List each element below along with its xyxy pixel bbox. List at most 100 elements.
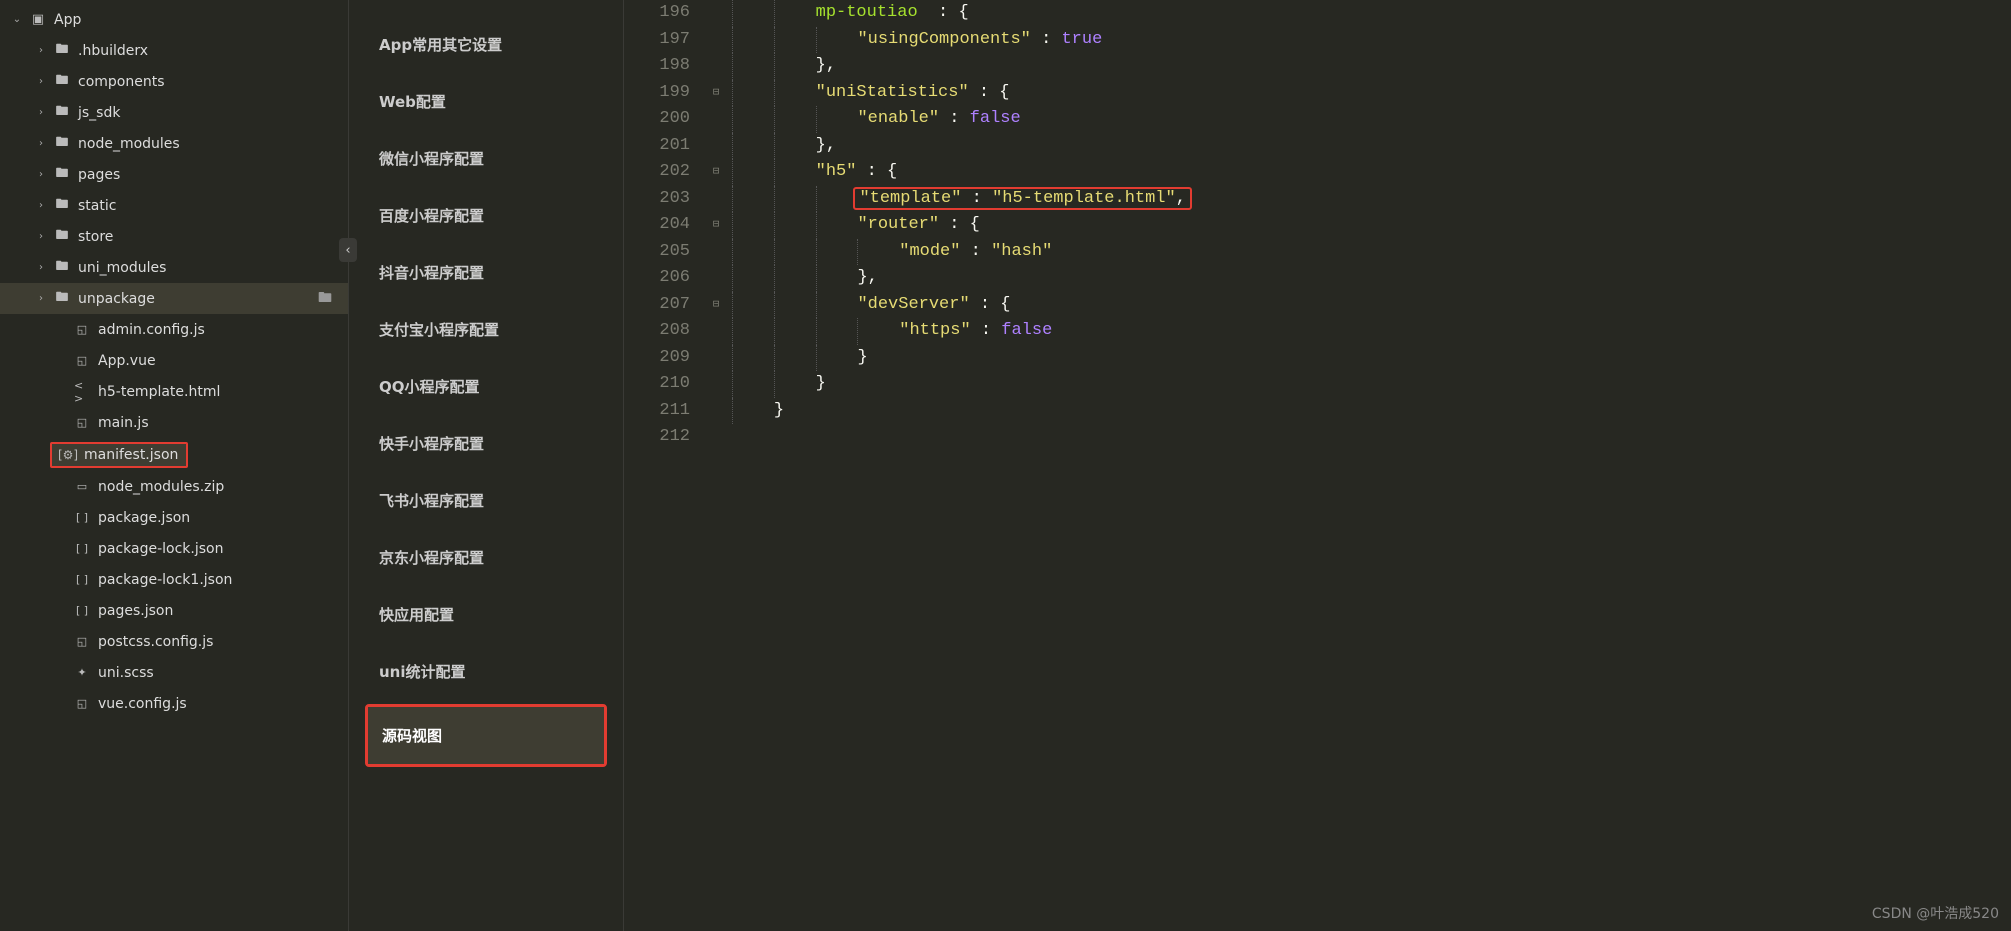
tree-file[interactable]: [ ]pages.json <box>0 595 348 626</box>
file-explorer[interactable]: ⌄ ▣ App ›🖿.hbuilderx › 🖿 components › 🖿 js_sdk… <box>0 0 349 931</box>
code-line[interactable]: "mode" : "hash" <box>732 239 2011 266</box>
fold-toggle <box>704 265 728 292</box>
tree-file[interactable]: ◱admin.config.js <box>0 314 348 345</box>
tree-folder[interactable]: ›🖿components <box>0 66 348 97</box>
chevron-right-icon: › <box>36 138 46 149</box>
fold-toggle[interactable]: ⊟ <box>704 292 728 319</box>
tree-item-label: components <box>78 74 165 90</box>
settings-item[interactable]: App常用其它设置 <box>349 16 623 73</box>
fold-toggle[interactable]: ⊟ <box>704 80 728 107</box>
settings-item[interactable]: 飞书小程序配置 <box>349 472 623 529</box>
fold-toggle <box>704 186 728 213</box>
file-icon: ◱ <box>74 697 90 710</box>
code-area[interactable]: mp-toutiao : { "usingComponents" : true … <box>728 0 2011 931</box>
settings-item[interactable]: uni统计配置 <box>349 643 623 700</box>
code-line[interactable] <box>732 424 2011 451</box>
fold-toggle[interactable]: ⊟ <box>704 212 728 239</box>
tree-folder[interactable]: › 🖿 node_modules <box>0 128 348 159</box>
tree-folder[interactable]: ›🖿.hbuilderx <box>0 35 348 66</box>
fold-toggle <box>704 424 728 451</box>
tree-item-label: admin.config.js <box>98 322 205 338</box>
code-line[interactable]: } <box>732 371 2011 398</box>
settings-item-source-view[interactable]: 源码视图 <box>365 704 607 767</box>
tree-file[interactable]: [ ]package-lock1.json <box>0 564 348 595</box>
tree-file[interactable]: ◱App.vue <box>0 345 348 376</box>
settings-item[interactable]: 快应用配置 <box>349 586 623 643</box>
chevron-right-icon: › <box>36 293 46 304</box>
manifest-settings-panel[interactable]: ‹ App常用其它设置Web配置微信小程序配置百度小程序配置抖音小程序配置支付宝… <box>349 0 624 931</box>
code-line[interactable]: mp-toutiao : { <box>732 0 2011 27</box>
code-highlight: "template" : "h5-template.html", <box>853 187 1191 210</box>
folder-icon: 🖿 <box>54 71 70 93</box>
tree-item-label: unpackage <box>78 291 155 307</box>
file-icon: [ ] <box>74 573 90 586</box>
tree-folder[interactable]: ›🖿static <box>0 190 348 221</box>
fold-gutter[interactable]: ⊟ ⊟ ⊟ ⊟ <box>704 0 728 931</box>
tree-item-label: pages <box>78 167 120 183</box>
fold-toggle <box>704 345 728 372</box>
code-editor[interactable]: 1961971981992002012022032042052062072082… <box>624 0 2011 931</box>
project-icon: ▣ <box>30 12 46 27</box>
fold-toggle <box>704 398 728 425</box>
watermark: CSDN @叶浩成520 <box>1872 903 1999 923</box>
tree-root[interactable]: ⌄ ▣ App <box>0 4 348 35</box>
settings-item-label: 源码视图 <box>368 707 604 764</box>
tree-folder[interactable]: ›🖿pages <box>0 159 348 190</box>
tree-item-label: js_sdk <box>78 105 120 121</box>
code-line[interactable]: "https" : false <box>732 318 2011 345</box>
tree-file[interactable]: ◱ main.js <box>0 407 348 438</box>
tree-file[interactable]: [ ]package.json <box>0 502 348 533</box>
panel-collapse-handle[interactable]: ‹ <box>339 238 357 262</box>
code-line[interactable]: "enable" : false <box>732 106 2011 133</box>
chevron-right-icon: › <box>36 262 46 273</box>
fold-toggle <box>704 318 728 345</box>
fold-toggle <box>704 133 728 160</box>
settings-item[interactable]: 京东小程序配置 <box>349 529 623 586</box>
tree-file[interactable]: ▭node_modules.zip <box>0 471 348 502</box>
settings-item[interactable]: 百度小程序配置 <box>349 187 623 244</box>
tree-file[interactable]: < >h5-template.html <box>0 376 348 407</box>
folder-icon: 🖿 <box>54 195 70 217</box>
tree-item-label: node_modules <box>78 136 180 152</box>
code-line[interactable]: } <box>732 345 2011 372</box>
settings-item[interactable]: 微信小程序配置 <box>349 130 623 187</box>
code-line[interactable]: }, <box>732 265 2011 292</box>
tree-item-label: postcss.config.js <box>98 634 213 650</box>
fold-toggle <box>704 239 728 266</box>
code-line[interactable]: } <box>732 398 2011 425</box>
tree-folder[interactable]: ›🖿js_sdk <box>0 97 348 128</box>
file-icon: [ ] <box>74 542 90 555</box>
tree-folder[interactable]: ›🖿unpackage🖿 <box>0 283 348 314</box>
tree-file[interactable]: ✦uni.scss <box>0 657 348 688</box>
file-icon: ◱ <box>74 635 90 648</box>
folder-icon: 🖿 <box>54 102 70 124</box>
tree-file-active[interactable]: [⚙]manifest.json <box>0 438 348 471</box>
tree-file[interactable]: [ ]package-lock.json <box>0 533 348 564</box>
tree-item-label: package.json <box>98 510 190 526</box>
settings-item[interactable]: 支付宝小程序配置 <box>349 301 623 358</box>
tree-file[interactable]: ◱ postcss.config.js <box>0 626 348 657</box>
tree-root-label: App <box>54 12 81 28</box>
code-line[interactable]: }, <box>732 53 2011 80</box>
folder-icon: 🖿 <box>54 164 70 186</box>
code-line[interactable]: }, <box>732 133 2011 160</box>
tree-folder[interactable]: ›🖿uni_modules <box>0 252 348 283</box>
code-line[interactable]: "template" : "h5-template.html", <box>732 186 2011 213</box>
folder-icon: 🖿 <box>54 133 70 155</box>
settings-item[interactable]: 快手小程序配置 <box>349 415 623 472</box>
tree-item-label: main.js <box>98 415 149 431</box>
fold-toggle <box>704 106 728 133</box>
code-line[interactable]: "usingComponents" : true <box>732 27 2011 54</box>
file-icon: ◱ <box>74 416 90 429</box>
tree-folder[interactable]: ›🖿store <box>0 221 348 252</box>
code-line[interactable]: "uniStatistics" : { <box>732 80 2011 107</box>
file-icon: ▭ <box>74 480 90 493</box>
tree-file[interactable]: ◱vue.config.js <box>0 688 348 719</box>
settings-item[interactable]: 抖音小程序配置 <box>349 244 623 301</box>
settings-item[interactable]: Web配置 <box>349 73 623 130</box>
code-line[interactable]: "devServer" : { <box>732 292 2011 319</box>
code-line[interactable]: "h5" : { <box>732 159 2011 186</box>
code-line[interactable]: "router" : { <box>732 212 2011 239</box>
settings-item[interactable]: QQ小程序配置 <box>349 358 623 415</box>
fold-toggle[interactable]: ⊟ <box>704 159 728 186</box>
